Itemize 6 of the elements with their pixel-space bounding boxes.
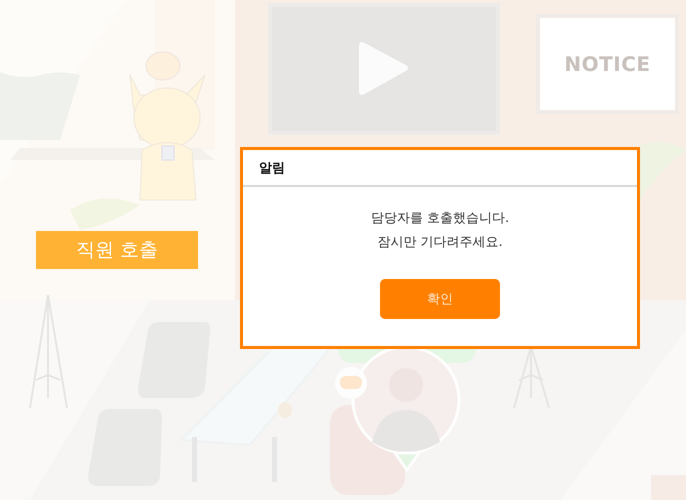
- dialog-message: 담당자를 호출했습니다. 잠시만 기다려주세요.: [370, 210, 510, 252]
- dialog-title: 알림: [259, 160, 285, 176]
- chat-bubble-icon: [335, 367, 367, 399]
- confirm-button[interactable]: 확인: [380, 279, 500, 319]
- notice-board: NOTICE: [540, 18, 675, 110]
- staff-call-button[interactable]: 직원 호출: [36, 231, 198, 269]
